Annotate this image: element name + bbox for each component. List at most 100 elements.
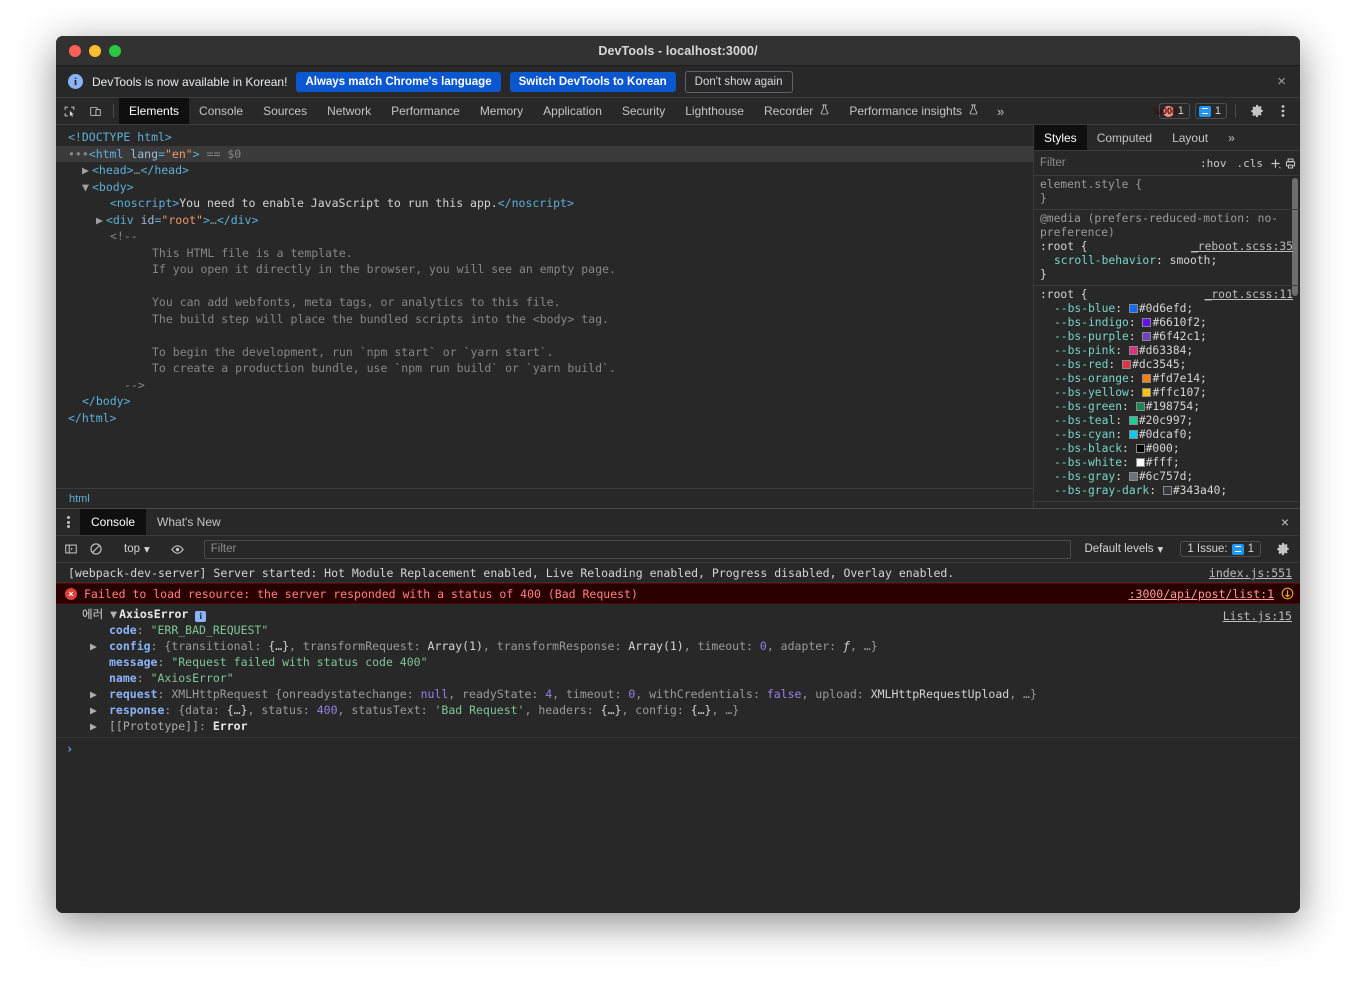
tab-application[interactable]: Application [533,98,612,124]
expand-arrow-icon[interactable]: ▶ [90,638,109,654]
dom-node-line[interactable]: </body> [56,393,1033,410]
console-filter-input[interactable] [203,539,1072,559]
css-declaration[interactable]: --bs-yellow: #ffc107; [1040,386,1294,400]
dom-node-line[interactable]: ▶ <head>…</head> [56,162,1033,179]
style-rule[interactable]: :root {_root.scss:11 --bs-blue: #0d6efd; -… [1034,286,1300,502]
rule-selector[interactable]: element.style { [1040,178,1142,191]
css-property-value[interactable]: #fd7e14; [1152,372,1206,385]
dom-node-line[interactable]: <noscript>You need to enable JavaScript … [56,195,1033,212]
css-declaration[interactable]: --bs-gray: #6c757d; [1040,470,1294,484]
css-property-value[interactable]: #dc3545; [1132,358,1186,371]
gear-icon[interactable] [1244,104,1270,118]
cls-toggle[interactable]: .cls [1233,157,1268,170]
color-swatch[interactable] [1142,374,1152,383]
dom-node-line[interactable] [56,327,1033,344]
more-tabs-icon[interactable]: » [988,98,1013,124]
styles-overflow-icon[interactable]: » [1218,125,1245,150]
more-tools-icon[interactable] [56,509,80,535]
dom-node-line[interactable]: •••<html lang="en"> == $0 [56,145,1033,162]
console-message-info[interactable]: [webpack-dev-server] Server started: Hot… [56,563,1300,583]
css-declaration[interactable]: --bs-cyan: #0dcaf0; [1040,428,1294,442]
rule-selector[interactable]: :root { [1040,240,1088,253]
dont-show-again-button[interactable]: Don't show again [684,70,793,93]
plus-icon[interactable] [1269,154,1282,172]
dom-node-line[interactable]: To begin the development, run `npm start… [56,344,1033,361]
css-property-value[interactable]: #20c997; [1139,414,1193,427]
tab-console[interactable]: Console [189,98,253,124]
console-message-list[interactable]: [webpack-dev-server] Server started: Hot… [56,563,1300,913]
print-style-icon[interactable] [1284,154,1297,172]
css-declaration[interactable]: --bs-blue: #0d6efd; [1040,302,1294,316]
tab-recorder[interactable]: Recorder [754,98,839,124]
source-link[interactable]: List.js:15 [1223,608,1292,624]
object-property[interactable]: ▶ response: {data: {…}, status: 400, stat… [56,702,1300,718]
css-declaration[interactable]: --bs-black: #000; [1040,442,1294,456]
style-rule[interactable]: @media (prefers-reduced-motion: no-prefe… [1034,210,1300,286]
object-property[interactable]: name: "AxiosError" [56,670,1300,686]
dom-node-line[interactable]: </html> [56,410,1033,427]
drawer-tab-console[interactable]: Console [80,509,147,535]
css-declaration[interactable]: --bs-red: #dc3545; [1040,358,1294,372]
dom-tree[interactable]: <!DOCTYPE html> •••<html lang="en"> == $0… [56,125,1033,488]
css-declaration[interactable]: --bs-white: #fff; [1040,456,1294,470]
css-property-value[interactable]: smooth; [1170,254,1218,267]
css-property-value[interactable]: #0dcaf0; [1139,428,1193,441]
kebab-menu-icon[interactable] [1275,104,1291,118]
color-swatch[interactable] [1128,472,1138,481]
css-property-value[interactable]: #343a40; [1173,484,1227,497]
css-declaration[interactable]: --bs-pink: #d63384; [1040,344,1294,358]
object-property[interactable]: ▶ request: XMLHttpRequest {onreadystatech… [56,686,1300,702]
tab-sources[interactable]: Sources [253,98,317,124]
hov-toggle[interactable]: :hov [1196,157,1231,170]
dom-node-line[interactable]: --> [56,377,1033,394]
collapse-sidebar-icon[interactable] [1299,154,1300,172]
always-match-language-button[interactable]: Always match Chrome's language [296,71,501,92]
object-property[interactable]: code: "ERR_BAD_REQUEST" [56,622,1300,638]
expand-arrow-icon[interactable]: ▶ [96,212,106,229]
styles-tab-styles[interactable]: Styles [1034,125,1087,150]
object-property[interactable]: ▶ [[Prototype]]: Error [56,718,1300,734]
drawer-tab-what-s-new[interactable]: What's New [146,509,232,535]
tab-memory[interactable]: Memory [470,98,533,124]
styles-tab-layout[interactable]: Layout [1162,125,1218,150]
gear-icon[interactable] [1272,539,1294,559]
source-link[interactable]: index.js:551 [1209,565,1292,581]
dom-node-line[interactable]: You can add webfonts, meta tags, or anal… [56,294,1033,311]
css-declaration[interactable]: --bs-orange: #fd7e14; [1040,372,1294,386]
dom-node-line[interactable]: To create a production bundle, use `npm … [56,360,1033,377]
dom-node-line[interactable]: <!-- [56,228,1033,245]
network-request-icon[interactable] [1281,587,1294,600]
color-swatch[interactable] [1128,430,1138,439]
issue-counter[interactable]: 1 [1194,103,1227,119]
dom-node-line[interactable] [56,278,1033,295]
console-prompt[interactable]: › [56,738,1300,760]
dom-node-line[interactable]: This HTML file is a template. [56,245,1033,262]
css-declaration[interactable]: scroll-behavior: smooth; [1040,254,1294,268]
breadcrumb-item-html[interactable]: html [64,493,95,505]
issues-chip[interactable]: 1 Issue: 1 [1180,541,1261,557]
color-swatch[interactable] [1135,458,1145,467]
object-property[interactable]: message: "Request failed with status cod… [56,654,1300,670]
object-property[interactable]: ▶ config: {transitional: {…}, transformRe… [56,638,1300,654]
dom-node-line[interactable]: <!DOCTYPE html> [56,129,1033,146]
color-swatch[interactable] [1135,402,1145,411]
tab-performance[interactable]: Performance [381,98,470,124]
close-drawer-icon[interactable]: × [1270,509,1300,535]
css-property-value[interactable]: #6610f2; [1152,316,1206,329]
css-property-value[interactable]: #000; [1146,442,1180,455]
info-badge-icon[interactable]: i [195,611,207,622]
rule-selector[interactable]: :root { [1040,288,1088,301]
tab-network[interactable]: Network [317,98,381,124]
color-swatch[interactable] [1122,360,1132,369]
expand-arrow-icon[interactable]: ▶ [90,686,109,702]
styles-rules-list[interactable]: element.style {} @media (prefers-reduced-… [1034,176,1300,508]
styles-filter-input[interactable] [1040,157,1194,169]
style-rule[interactable]: element.style {} [1034,176,1300,210]
styles-tab-computed[interactable]: Computed [1087,125,1162,150]
tab-performance-insights[interactable]: Performance insights [839,98,988,124]
execution-context-selector[interactable]: top ▾ [118,542,156,556]
expand-arrow-icon[interactable]: ▶ [90,702,109,718]
console-message-error[interactable]: × Failed to load resource: the server res… [56,583,1300,604]
close-icon[interactable]: × [1273,74,1290,89]
source-link[interactable]: :3000/api/post/list:1 [1129,586,1274,602]
